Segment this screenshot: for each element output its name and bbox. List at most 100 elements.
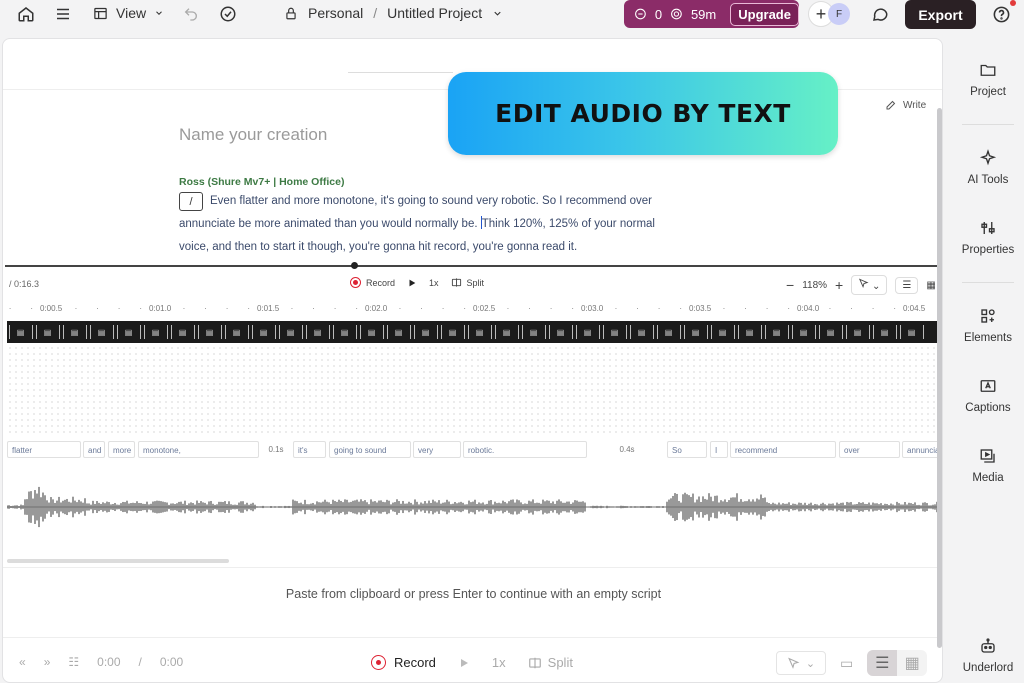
save-status-icon[interactable]	[218, 4, 238, 24]
audio-waveform[interactable]	[7, 477, 939, 537]
ruler-minor-tick: ·	[787, 304, 791, 313]
divider	[962, 282, 1014, 283]
skip-forward-icon[interactable]: »	[44, 655, 51, 669]
word-chip[interactable]: I	[710, 441, 728, 458]
help-icon[interactable]	[991, 4, 1011, 24]
speed-button[interactable]: 1x	[429, 278, 439, 288]
grid-view-icon[interactable]: ▦	[926, 280, 935, 291]
divider	[3, 637, 942, 638]
view-menu-button[interactable]: View	[93, 5, 164, 21]
split-button[interactable]: Split	[451, 277, 484, 288]
film-frame: ▤	[710, 325, 735, 339]
film-frame: ▤	[197, 325, 222, 339]
sparkle-icon	[978, 148, 998, 168]
word-chip[interactable]: very	[413, 441, 461, 458]
playhead-knob[interactable]	[351, 262, 358, 269]
script-text[interactable]: Even flatter and more monotone, it's goi…	[179, 190, 679, 259]
word-chip[interactable]: going to sound	[329, 441, 411, 458]
play-icon[interactable]	[458, 657, 470, 669]
upgrade-button[interactable]: Upgrade	[730, 2, 799, 26]
word-chip[interactable]: over	[839, 441, 900, 458]
workspace-link[interactable]: Personal	[308, 5, 363, 21]
sidebar-item-properties[interactable]: Properties	[952, 218, 1024, 256]
current-time: 0:00	[97, 655, 121, 669]
view-mode-toggle[interactable]: ☰ ▦	[867, 650, 928, 676]
chevron-down-icon[interactable]	[492, 8, 503, 19]
grid-view-icon[interactable]: ▦	[897, 650, 927, 676]
time-separator: /	[138, 655, 142, 669]
write-button[interactable]: Write	[885, 99, 926, 111]
title-input[interactable]: Name your creation	[179, 125, 327, 145]
menu-icon[interactable]	[53, 4, 73, 24]
zoom-in-icon[interactable]: +	[835, 277, 843, 293]
record-button[interactable]: Record	[350, 277, 395, 288]
speed-button[interactable]: 1x	[492, 655, 506, 670]
export-button[interactable]: Export	[905, 0, 976, 29]
playhead-track[interactable]	[5, 265, 940, 267]
ruler-minor-tick: ·	[420, 304, 423, 313]
split-button[interactable]: Split	[528, 655, 573, 670]
cursor-icon	[788, 657, 800, 669]
word-chip[interactable]: monotone,	[138, 441, 259, 458]
ruler-minor-tick: ·	[74, 304, 78, 313]
split-icon	[528, 657, 541, 668]
zoom-controls: − 118% + ⌄ ☰ ▦	[786, 275, 936, 295]
play-icon[interactable]	[407, 278, 417, 288]
ruler-minor-tick: ·	[182, 304, 186, 313]
comment-icon[interactable]	[870, 4, 890, 24]
bottom-right-controls: ⌄ ▭ ☰ ▦	[776, 650, 928, 676]
sidebar-item-elements[interactable]: Elements	[952, 306, 1024, 344]
captions-icon	[978, 376, 998, 396]
film-frame: ▤	[845, 325, 870, 339]
panel-layout-icon[interactable]: ▭	[840, 655, 853, 672]
word-chip[interactable]: flatter	[7, 441, 81, 458]
credits-badge[interactable]: 0 59m Upgrade	[624, 0, 799, 28]
film-frame: ▤	[224, 325, 249, 339]
pause-marker[interactable]: 0.4s	[607, 441, 647, 458]
horizontal-scrollbar[interactable]	[7, 559, 229, 563]
divider	[962, 124, 1014, 125]
split-icon	[451, 278, 461, 287]
skip-back-icon[interactable]: «	[19, 655, 26, 669]
ruler-minor-tick: ·	[441, 304, 445, 313]
script-list-icon[interactable]: ☷	[68, 655, 79, 669]
bottom-transport-bar: « » ☷ 0:00 / 0:00 Record 1x Split ⌄ ▭ ☰ …	[3, 647, 942, 682]
word-chip[interactable]: recommend	[730, 441, 836, 458]
zoom-level[interactable]: 118%	[802, 280, 827, 291]
word-chip[interactable]: So	[667, 441, 707, 458]
vertical-scrollbar[interactable]	[937, 108, 942, 648]
clock-icon	[671, 8, 682, 20]
split-label: Split	[547, 655, 573, 670]
word-chip[interactable]: robotic.	[463, 441, 587, 458]
word-chip[interactable]: more	[108, 441, 135, 458]
film-frame: ▤	[251, 325, 276, 339]
undo-icon[interactable]	[181, 4, 201, 24]
home-icon[interactable]	[16, 4, 36, 24]
speaker-label[interactable]: Ross (Shure Mv7+ | Home Office)	[179, 176, 344, 188]
track-view-button[interactable]: ☰	[895, 276, 919, 294]
timeline-canvas[interactable]	[7, 345, 939, 437]
sidebar-item-media[interactable]: Media	[952, 446, 1024, 484]
word-chip[interactable]: it's	[293, 441, 326, 458]
credits-icon	[635, 8, 646, 20]
avatar[interactable]: F	[828, 3, 850, 25]
right-sidebar: Project AI Tools Properties Elements Cap…	[952, 38, 1024, 683]
video-filmstrip[interactable]: ▤ ▤ ▤ ▤ ▤ ▤ ▤ ▤ ▤ ▤ ▤ ▤ ▤ ▤ ▤ ▤ ▤ ▤ ▤ ▤ ▤ ▤ ▤ ▤ ▤ ▤ ▤ ▤ ▤ ▤ ▤ ▤ ▤ ▤	[7, 321, 939, 343]
timeline-time: / 0:16.3	[9, 279, 40, 289]
zoom-out-icon[interactable]: −	[786, 277, 794, 293]
pause-marker[interactable]: 0.1s	[263, 441, 289, 458]
sidebar-item-captions[interactable]: Captions	[952, 376, 1024, 414]
sidebar-item-project[interactable]: Project	[952, 60, 1024, 98]
word-chip[interactable]: annuncia	[902, 441, 939, 458]
film-frame: ▤	[386, 325, 411, 339]
record-button[interactable]: Record	[371, 655, 436, 670]
sidebar-item-ai-tools[interactable]: AI Tools	[952, 148, 1024, 186]
project-title[interactable]: Untitled Project	[387, 5, 482, 21]
word-chip[interactable]: and	[83, 441, 105, 458]
script-view-icon[interactable]: ☰	[867, 650, 898, 676]
sidebar-item-underlord[interactable]: Underlord	[952, 636, 1024, 674]
pointer-tool-select[interactable]: ⌄	[851, 275, 888, 295]
pointer-tool-select[interactable]: ⌄	[776, 651, 826, 675]
ruler-minor-tick: ·	[657, 304, 661, 313]
word-track[interactable]: flatter and more monotone, 0.1s it's going to …	[7, 441, 939, 459]
